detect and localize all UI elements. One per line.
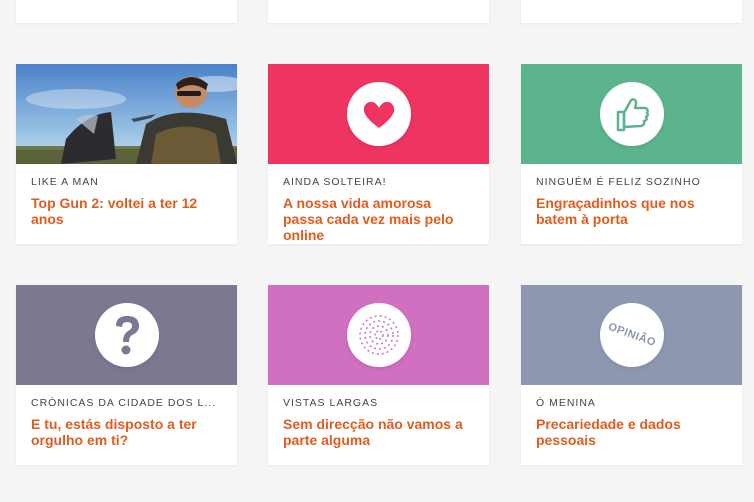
article-card-orgulho[interactable]: CRÓNICAS DA CIDADE DOS L... E tu, estás … (16, 285, 237, 465)
article-media[interactable] (268, 285, 489, 385)
article-media[interactable] (521, 64, 742, 164)
article-grid: LIKE A MAN Top Gun 2: voltei a ter 12 an… (0, 0, 754, 502)
article-media[interactable] (268, 64, 489, 164)
article-title[interactable]: Engraçadinhos que nos batem à porta (536, 195, 727, 227)
spiral-badge (346, 303, 411, 367)
article-media[interactable]: OPINIÃO (521, 285, 742, 385)
photo-man-on-motorcycle (16, 64, 237, 164)
article-title[interactable]: A nossa vida amorosa passa cada vez mais… (283, 195, 474, 243)
article-photo[interactable] (16, 64, 237, 164)
article-category[interactable]: NINGUÉM É FELIZ SOZINHO (536, 175, 727, 189)
thumbs-badge (599, 82, 664, 146)
article-card-direccao[interactable]: VISTAS LARGAS Sem direcção não vamos a p… (268, 285, 489, 465)
spiral-icon (358, 315, 399, 355)
card-partial-3[interactable] (521, 0, 742, 23)
article-category[interactable]: AINDA SOLTEIRA! (283, 175, 474, 189)
card-partial-2[interactable] (268, 0, 489, 23)
article-media[interactable] (16, 285, 237, 385)
article-title[interactable]: Top Gun 2: voltei a ter 12 anos (31, 195, 222, 227)
heart-icon (363, 101, 394, 128)
card-partial-1[interactable] (16, 0, 237, 23)
opinion-badge: OPINIÃO (599, 303, 664, 367)
article-title[interactable]: Sem direcção não vamos a parte alguma (283, 416, 474, 448)
article-card-engracadinhos[interactable]: NINGUÉM É FELIZ SOZINHO Engraçadinhos qu… (521, 64, 742, 244)
question-badge (94, 303, 159, 367)
article-card-vida-amorosa[interactable]: AINDA SOLTEIRA! A nossa vida amorosa pas… (268, 64, 489, 244)
article-category[interactable]: VISTAS LARGAS (283, 396, 474, 410)
article-category[interactable]: CRÓNICAS DA CIDADE DOS L... (31, 396, 222, 410)
article-title[interactable]: E tu, estás disposto a ter orgulho em ti… (31, 416, 222, 448)
article-category[interactable]: LIKE A MAN (31, 175, 222, 189)
thumbs-up-icon (616, 98, 649, 132)
article-category[interactable]: Ó MENINA (536, 396, 727, 410)
article-card-top-gun[interactable]: LIKE A MAN Top Gun 2: voltei a ter 12 an… (16, 64, 237, 244)
article-card-precariedade[interactable]: OPINIÃO Ó MENINA Precariedade e dados pe… (521, 285, 742, 465)
opinion-badge-label: OPINIÃO (605, 320, 658, 350)
question-mark-icon (115, 316, 139, 355)
heart-badge (346, 82, 411, 146)
article-title[interactable]: Precariedade e dados pessoais (536, 416, 727, 448)
